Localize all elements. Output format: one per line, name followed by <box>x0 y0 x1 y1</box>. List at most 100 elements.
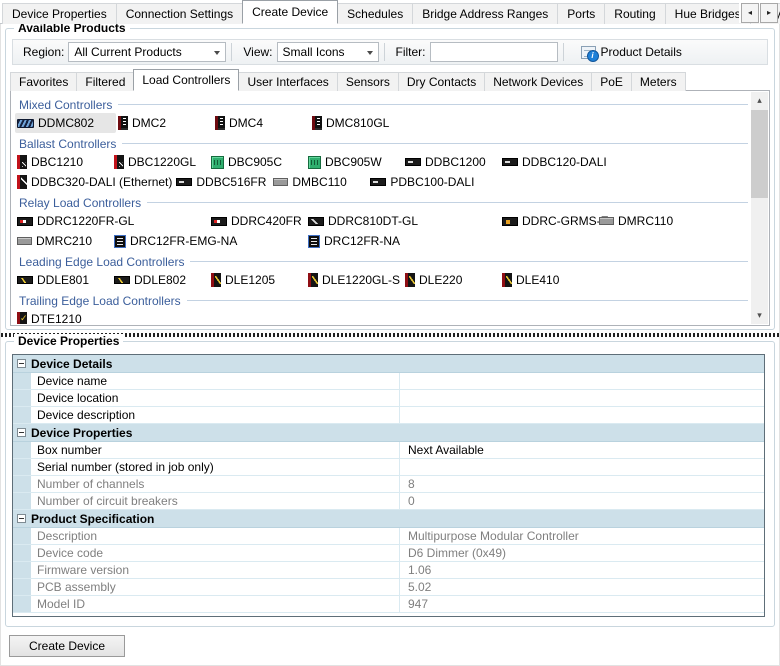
product-item-ddle801[interactable]: DDLE801 <box>15 270 112 290</box>
property-row-gutter <box>13 545 31 561</box>
scroll-down-icon[interactable]: ▾ <box>751 307 768 324</box>
filter-input[interactable] <box>429 42 558 62</box>
tab-schedules[interactable]: Schedules <box>337 3 414 24</box>
view-dropdown[interactable]: Small Icons <box>276 42 379 62</box>
product-item-label: DDRC-GRMS-E <box>522 214 609 228</box>
product-item-ddle802[interactable]: DDLE802 <box>112 270 209 290</box>
tab-hue-bridges[interactable]: Hue Bridges <box>664 3 751 24</box>
tab-scroll-left-icon[interactable]: ◂ <box>741 3 759 23</box>
category-tab-network-devices[interactable]: Network Devices <box>484 72 593 91</box>
product-details-label: Product Details <box>600 45 682 59</box>
region-dropdown[interactable]: All Current Products <box>68 42 227 62</box>
create-device-button[interactable]: Create Device <box>9 635 125 657</box>
property-value[interactable] <box>400 390 764 406</box>
tab-ports[interactable]: Ports <box>557 3 606 24</box>
tall-red-yellowcheck-icon <box>17 312 28 324</box>
product-item-ddrc-grms-e[interactable]: DDRC-GRMS-E <box>500 211 609 231</box>
product-item-ddbc120-dali[interactable]: DDBC120-DALI <box>500 152 607 172</box>
property-row-gutter <box>13 579 31 595</box>
category-tab-sensors[interactable]: Sensors <box>336 72 399 91</box>
product-item-dmbc110[interactable]: DMBC110 <box>271 172 368 192</box>
product-item-ddrc1220fr-gl[interactable]: DDRC1220FR-GL <box>15 211 209 231</box>
property-row-gutter <box>13 493 31 509</box>
product-item-ddmc802[interactable]: DDMC802 <box>15 113 116 133</box>
tab-scroll-right-icon[interactable]: ▸ <box>760 3 778 23</box>
product-item-label: DDRC1220FR-GL <box>37 214 135 228</box>
category-tab-user-interfaces[interactable]: User Interfaces <box>238 72 338 91</box>
property-row-number-of-circuit-breakers: Number of circuit breakers 0 <box>13 493 764 510</box>
group-title: Mixed Controllers <box>19 97 113 112</box>
product-item-ddrc810dt-gl[interactable]: DDRC810DT-GL <box>306 211 500 231</box>
product-list-scrollbar[interactable]: ▴ ▾ <box>751 92 768 324</box>
tab-device-properties[interactable]: Device Properties <box>2 3 117 24</box>
category-tab-poe[interactable]: PoE <box>591 72 632 91</box>
filter-label: Filter: <box>395 45 426 59</box>
product-item-ddrc420fr[interactable]: DDRC420FR <box>209 211 306 231</box>
wide-gray-icon <box>599 217 614 225</box>
property-label: Device code <box>31 545 400 561</box>
property-row-gutter <box>13 373 31 389</box>
property-value[interactable]: Next Available <box>400 442 764 458</box>
property-row-pcb-assembly: PCB assembly 5.02 <box>13 579 764 596</box>
product-item-dbc905c[interactable]: DBC905C <box>209 152 306 172</box>
property-value[interactable] <box>400 407 764 423</box>
scrollbar-thumb[interactable] <box>751 110 768 198</box>
product-item-drc12fr-na[interactable]: DRC12FR-NA <box>306 231 403 251</box>
tall-black-red-icon <box>114 155 124 169</box>
view-dropdown-value: Small Icons <box>282 45 345 59</box>
wide-black-icon <box>405 158 421 166</box>
tab-connection-settings[interactable]: Connection Settings <box>115 3 244 24</box>
create-device-page: Available Products Region: All Current P… <box>0 21 780 666</box>
product-item-label: DMBC110 <box>292 175 347 189</box>
property-value[interactable] <box>400 459 764 475</box>
product-item-ddbc320-dali-ethernet[interactable]: DDBC320-DALI (Ethernet) <box>15 172 174 192</box>
product-item-drc12fr-emg-na[interactable]: DRC12FR-EMG-NA <box>112 231 306 251</box>
product-item-dbc1210[interactable]: DBC1210 <box>15 152 112 172</box>
product-item-dmrc210[interactable]: DMRC210 <box>15 231 112 251</box>
tall-dark-red-icon <box>312 116 322 130</box>
property-label: Box number <box>31 442 400 458</box>
product-item-dle220[interactable]: DLE220 <box>403 270 500 290</box>
category-tab-favorites[interactable]: Favorites <box>10 72 78 91</box>
category-tab-dry-contacts[interactable]: Dry Contacts <box>397 72 486 91</box>
product-item-dmrc110[interactable]: DMRC110 <box>597 211 694 231</box>
collapse-minus-icon[interactable] <box>17 428 26 437</box>
property-label: Number of circuit breakers <box>31 493 400 509</box>
property-label: Serial number (stored in job only) <box>31 459 400 475</box>
category-tab-load-controllers[interactable]: Load Controllers <box>133 69 240 91</box>
product-item-ddbc1200[interactable]: DDBC1200 <box>403 152 500 172</box>
collapse-minus-icon[interactable] <box>17 514 26 523</box>
product-item-dmc4[interactable]: DMC4 <box>213 113 310 133</box>
category-tab-filtered[interactable]: Filtered <box>76 72 135 91</box>
product-item-pdbc100-dali[interactable]: PDBC100-DALI <box>368 172 474 192</box>
category-tab-meters[interactable]: Meters <box>630 72 686 91</box>
scroll-up-icon[interactable]: ▴ <box>751 92 768 109</box>
wide-black-red-icon <box>211 216 227 226</box>
product-item-dte1210[interactable]: DTE1210 <box>15 309 112 324</box>
product-item-label: DRC12FR-EMG-NA <box>130 234 238 248</box>
product-item-dle1220gl-s[interactable]: DLE1220GL-S <box>306 270 403 290</box>
collapse-minus-icon[interactable] <box>17 359 26 368</box>
tab-bridge-address-ranges[interactable]: Bridge Address Ranges <box>412 3 559 24</box>
product-details-button[interactable]: Product Details <box>575 43 688 62</box>
tab-routing[interactable]: Routing <box>604 3 666 24</box>
product-item-dle1205[interactable]: DLE1205 <box>209 270 306 290</box>
product-item-dbc905w[interactable]: DBC905W <box>306 152 403 172</box>
product-item-label: DBC1210 <box>31 155 84 169</box>
product-item-dbc1220gl[interactable]: DBC1220GL <box>112 152 209 172</box>
property-value: 5.02 <box>408 580 432 594</box>
chevron-down-icon <box>214 51 221 55</box>
property-category-title: Product Specification <box>31 511 155 526</box>
property-label: Firmware version <box>31 562 400 578</box>
product-item-dle410[interactable]: DLE410 <box>500 270 597 290</box>
tall-red-yellow-icon <box>308 273 318 287</box>
property-value[interactable] <box>400 373 764 389</box>
product-item-ddbc516fr[interactable]: DDBC516FR <box>174 172 271 192</box>
available-products-groupbox: Available Products Region: All Current P… <box>5 21 775 330</box>
property-row-gutter <box>13 476 31 492</box>
product-item-dmc2[interactable]: DMC2 <box>116 113 213 133</box>
product-item-label: DDBC1200 <box>425 155 486 169</box>
tab-create-device[interactable]: Create Device <box>242 0 339 24</box>
property-label: Model ID <box>31 596 400 612</box>
product-item-dmc810gl[interactable]: DMC810GL <box>310 113 407 133</box>
